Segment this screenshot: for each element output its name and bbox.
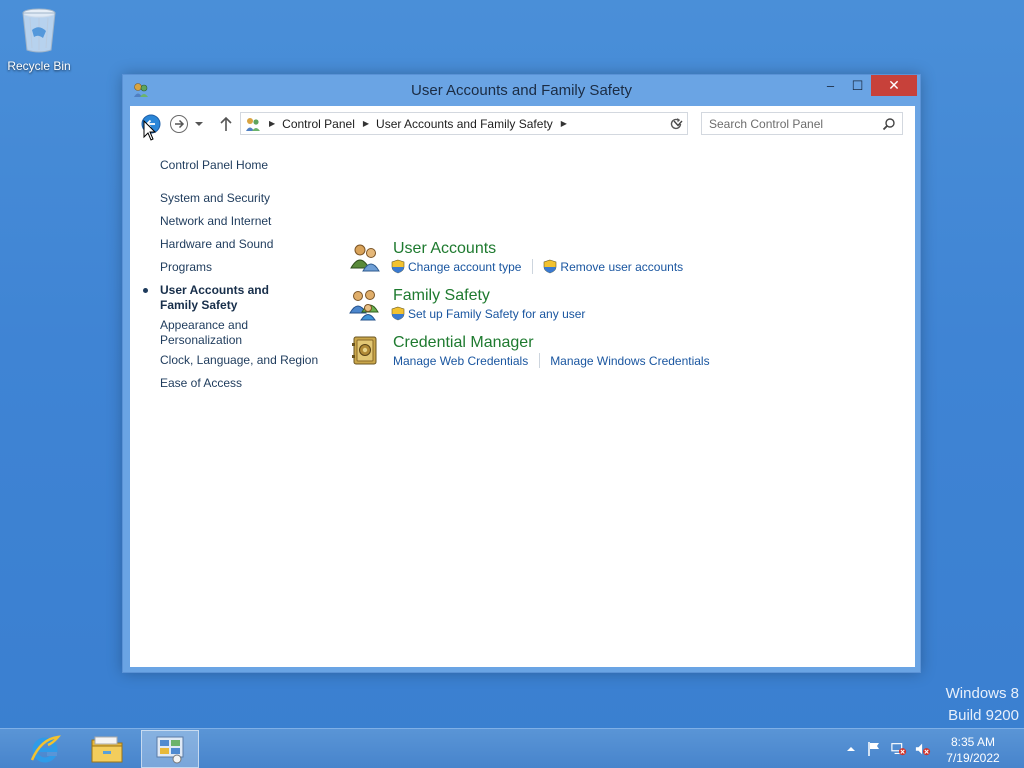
remove-user-accounts-link[interactable]: Remove user accounts — [543, 259, 683, 274]
nav-link-user-accounts-active[interactable]: User Accounts and Family Safety — [143, 283, 310, 313]
nav-link-user-accounts-label: User Accounts and Family Safety — [160, 283, 269, 312]
refresh-button[interactable] — [666, 114, 686, 134]
credential-manager-title[interactable]: Credential Manager — [393, 334, 534, 352]
family-safety-title[interactable]: Family Safety — [393, 287, 490, 305]
breadcrumb-separator-icon[interactable]: ▶ — [561, 119, 567, 128]
file-explorer-icon — [91, 736, 123, 763]
nav-link-hardware-sound[interactable]: Hardware and Sound — [160, 237, 320, 252]
control-panel-location-icon — [245, 116, 261, 132]
chevron-up-icon — [847, 747, 855, 751]
minimize-button[interactable]: – — [817, 75, 844, 96]
nav-link-appearance[interactable]: Appearance and Personalization — [160, 318, 270, 348]
breadcrumb-separator-icon[interactable]: ▶ — [363, 119, 369, 128]
remove-user-accounts-label: Remove user accounts — [560, 259, 684, 274]
action-center-icon[interactable] — [866, 741, 882, 757]
link-divider — [532, 259, 534, 274]
clock-date: 7/19/2022 — [946, 751, 1000, 765]
clock-time: 8:35 AM — [950, 735, 996, 749]
mouse-cursor-icon — [143, 119, 157, 142]
uac-shield-icon — [391, 259, 405, 274]
nav-link-ease-of-access[interactable]: Ease of Access — [160, 376, 320, 391]
window-client-area: ▶ Control Panel ▶ User Accounts and Fami… — [130, 106, 915, 667]
change-account-type-label: Change account type — [408, 259, 522, 274]
breadcrumb-separator-icon[interactable]: ▶ — [269, 119, 275, 128]
watermark-build: Build 9200 — [948, 707, 1019, 724]
close-icon: ✕ — [888, 77, 900, 93]
set-up-family-safety-link[interactable]: Set up Family Safety for any user — [391, 306, 585, 321]
network-disconnected-icon[interactable] — [891, 741, 907, 757]
address-bar[interactable]: ▶ Control Panel ▶ User Accounts and Fami… — [240, 112, 688, 135]
user-accounts-icon[interactable] — [348, 240, 382, 274]
up-button[interactable] — [216, 114, 236, 134]
show-hidden-icons-button[interactable] — [843, 741, 859, 757]
set-up-family-safety-label: Set up Family Safety for any user — [408, 306, 586, 321]
user-accounts-title[interactable]: User Accounts — [393, 240, 496, 258]
taskbar: 8:35 AM 7/19/2022 — [0, 728, 1024, 768]
control-panel-window: User Accounts and Family Safety – ☐ ✕ ▶ … — [122, 74, 921, 673]
control-panel-home-link[interactable]: Control Panel Home — [160, 158, 320, 173]
family-safety-links: Set up Family Safety for any user — [391, 306, 585, 321]
user-accounts-links: Change account type Remove user accounts — [391, 259, 683, 274]
recent-locations-button[interactable] — [193, 114, 205, 134]
uac-shield-icon — [391, 306, 405, 321]
recycle-bin-icon — [19, 6, 59, 54]
nav-link-programs[interactable]: Programs — [160, 260, 320, 275]
manage-web-credentials-label: Manage Web Credentials — [393, 353, 529, 368]
link-divider — [539, 353, 541, 368]
nav-link-network-internet[interactable]: Network and Internet — [160, 214, 320, 229]
close-button[interactable]: ✕ — [871, 75, 917, 96]
manage-web-credentials-link[interactable]: Manage Web Credentials — [393, 354, 528, 368]
uac-shield-icon — [544, 259, 557, 274]
chevron-down-icon — [195, 122, 203, 126]
taskbar-internet-explorer[interactable] — [16, 730, 74, 768]
title-bar[interactable]: User Accounts and Family Safety – ☐ ✕ — [123, 75, 920, 106]
navigation-bar: ▶ Control Panel ▶ User Accounts and Fami… — [130, 106, 915, 142]
refresh-icon — [670, 118, 682, 130]
credential-manager-links: Manage Web Credentials Manage Windows Cr… — [393, 353, 710, 368]
manage-windows-credentials-link[interactable]: Manage Windows Credentials — [550, 354, 709, 368]
minimize-icon: – — [826, 78, 835, 93]
change-account-type-link[interactable]: Change account type — [391, 259, 521, 274]
forward-button[interactable] — [169, 114, 189, 134]
credential-manager-icon[interactable] — [348, 334, 382, 368]
manage-windows-credentials-label: Manage Windows Credentials — [550, 353, 710, 368]
breadcrumb-user-accounts[interactable]: User Accounts and Family Safety — [376, 117, 553, 131]
maximize-icon: ☐ — [851, 77, 864, 93]
system-clock[interactable]: 8:35 AM 7/19/2022 — [938, 734, 1008, 766]
maximize-button[interactable]: ☐ — [844, 75, 871, 96]
recycle-bin-label: Recycle Bin — [7, 59, 71, 73]
windows-build-watermark: Windows 8 Build 9200 — [946, 683, 1019, 727]
search-input[interactable] — [702, 116, 872, 131]
desktop-recycle-bin[interactable]: Recycle Bin — [4, 6, 74, 76]
active-item-bullet — [143, 288, 148, 293]
taskbar-file-explorer[interactable] — [78, 730, 136, 768]
internet-explorer-icon — [30, 735, 61, 763]
breadcrumb-control-panel[interactable]: Control Panel — [282, 117, 355, 131]
up-arrow-icon — [220, 116, 232, 131]
taskbar-control-panel-active[interactable] — [141, 730, 199, 768]
search-box[interactable] — [701, 112, 903, 135]
family-safety-icon[interactable] — [348, 287, 382, 321]
search-icon[interactable] — [882, 117, 896, 131]
nav-link-system-security[interactable]: System and Security — [160, 191, 320, 206]
forward-arrow-icon — [170, 115, 188, 133]
volume-muted-icon[interactable] — [915, 741, 931, 757]
window-title: User Accounts and Family Safety — [411, 82, 632, 99]
control-panel-icon — [156, 736, 184, 764]
watermark-edition: Windows 8 — [945, 685, 1019, 702]
nav-link-clock-language-region[interactable]: Clock, Language, and Region — [160, 353, 320, 368]
